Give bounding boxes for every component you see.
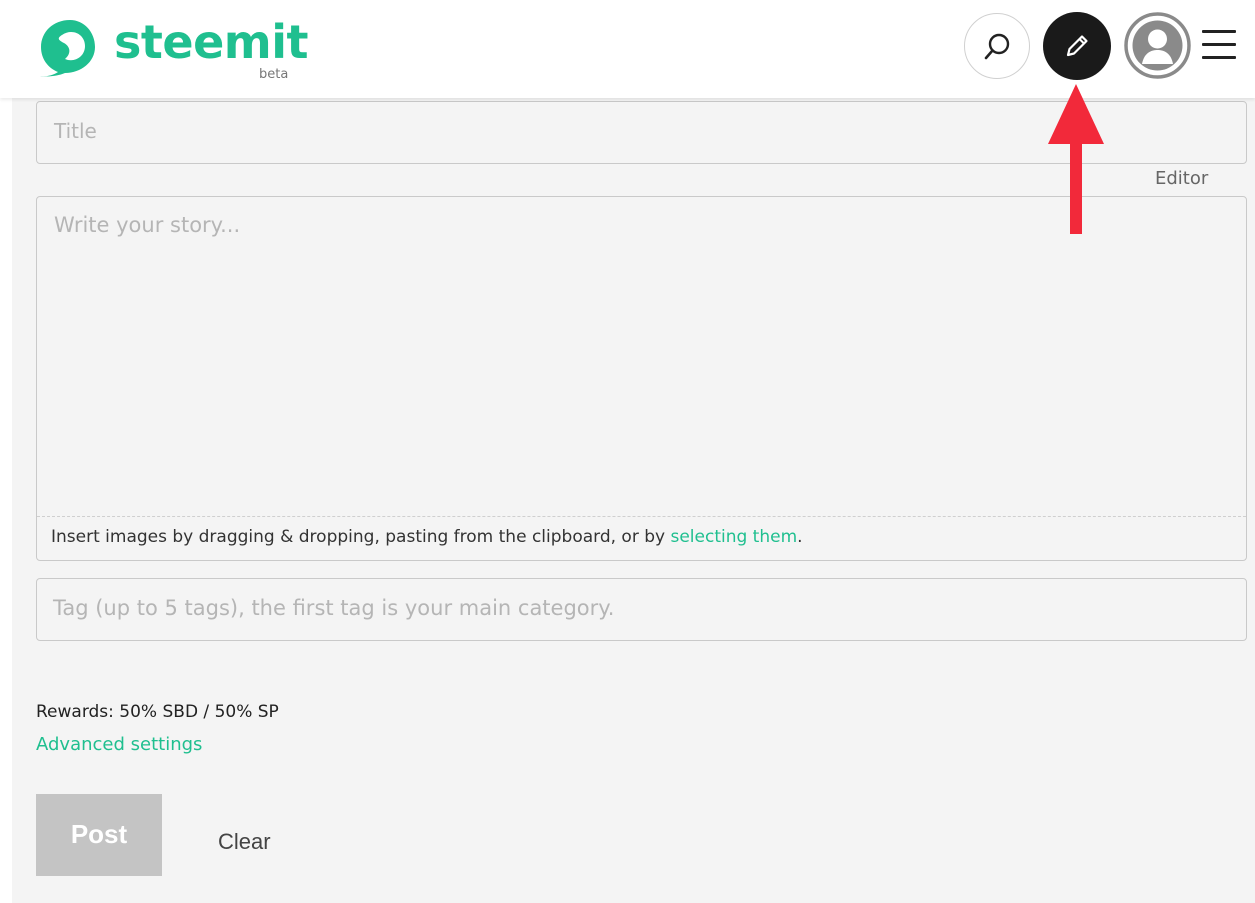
avatar-icon[interactable] bbox=[1124, 12, 1191, 79]
red-arrow-annotation bbox=[1048, 84, 1104, 234]
logo-text[interactable]: steemit bbox=[114, 16, 308, 68]
tags-input[interactable]: Tag (up to 5 tags), the first tag is you… bbox=[36, 578, 1247, 641]
tags-placeholder: Tag (up to 5 tags), the first tag is you… bbox=[53, 596, 615, 620]
image-dropzone[interactable]: Insert images by dragging & dropping, pa… bbox=[37, 516, 1246, 560]
submit-story-button[interactable] bbox=[1043, 12, 1111, 80]
title-placeholder: Title bbox=[54, 119, 97, 143]
beta-badge: beta bbox=[259, 67, 289, 82]
search-icon bbox=[984, 33, 1010, 60]
search-button[interactable] bbox=[964, 13, 1030, 79]
rewards-text: Rewards: 50% SBD / 50% SP bbox=[36, 702, 279, 722]
select-images-link[interactable]: selecting them bbox=[670, 527, 797, 547]
body-placeholder: Write your story... bbox=[54, 213, 241, 237]
hamburger-menu-icon[interactable] bbox=[1202, 28, 1238, 62]
clear-button[interactable]: Clear bbox=[218, 829, 271, 855]
steemit-logo-icon[interactable] bbox=[36, 16, 100, 78]
pencil-icon bbox=[1066, 35, 1088, 57]
editor-toggle-link[interactable]: Editor bbox=[1155, 168, 1208, 189]
post-button[interactable]: Post bbox=[36, 794, 162, 876]
advanced-settings-link[interactable]: Advanced settings bbox=[36, 734, 202, 755]
story-body-textarea[interactable]: Write your story... Insert images by dra… bbox=[36, 196, 1247, 561]
dropzone-hint: Insert images by dragging & dropping, pa… bbox=[51, 527, 803, 547]
